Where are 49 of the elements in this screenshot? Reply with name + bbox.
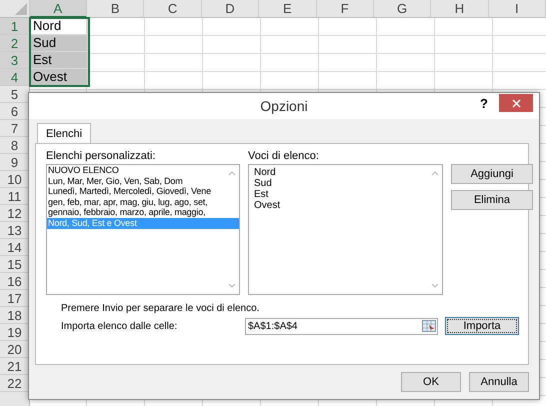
column-header[interactable]: D [202,0,260,18]
custom-lists-box[interactable]: NUOVO ELENCO Lun, Mar, Mer, Gio, Ven, Sab, Dom Lunedì, Martedì, Mercoledì, Giovedì, Vene gen, feb, mar, apr, mag, giu, lug, ago, set, gennaio, febbraio, marzo, aprile, maggio, Nord, Sud, Est e Ovest [46,164,240,295]
dialog-button[interactable]: Annulla [469,372,529,392]
close-icon [512,98,520,108]
column-header[interactable]: E [259,0,317,18]
select-all-icon[interactable] [14,3,27,15]
tab[interactable]: Elenchi [37,123,92,143]
column-header[interactable]: I [488,0,546,18]
list-entries-box[interactable]: Nord Sud Est Ovest [248,164,443,295]
table-cell: Ovest [30,69,88,86]
table-cell: Est [30,52,88,69]
list-item[interactable]: gen, feb, mar, apr, mag, giu, lug, ago, set, [47,196,239,208]
column-header[interactable]: B [87,0,144,18]
column-header[interactable]: F [316,0,374,18]
column-header[interactable]: A [30,0,88,18]
close-button[interactable] [499,94,533,112]
row-header[interactable]: 3 [0,52,30,69]
list-label: Voci di elenco: [248,150,320,162]
dialog-button[interactable]: OK [401,372,461,392]
range-field[interactable]: $A$1:$A$4 [245,318,438,334]
list-button[interactable]: Elimina [451,190,533,210]
range-picker-icon[interactable] [422,320,436,332]
scroll-up-icon[interactable] [431,171,439,176]
column-header[interactable]: H [431,0,489,18]
help-button[interactable]: ? [477,96,491,111]
import-button[interactable]: Importa [445,317,519,335]
selection-outline [29,17,90,87]
column-header[interactable]: G [374,0,432,18]
window-title: Opzioni [260,98,308,114]
import-label: Importa elenco dalle celle: [60,320,178,332]
list-item[interactable]: Lun, Mar, Mer, Gio, Ven, Sab, Dom [47,176,239,186]
row-header[interactable]: 4 [0,69,30,86]
scroll-down-icon[interactable] [228,283,236,288]
scroll-down-icon[interactable] [431,283,439,288]
list-item[interactable]: NUOVO ELENCO [47,165,239,176]
row-header[interactable]: 2 [0,35,30,52]
column-header[interactable]: C [144,0,202,18]
list-entry: Sud [254,178,273,189]
list-item[interactable]: gennaio, febbraio, marzo, aprile, maggio, [47,207,239,218]
row-header[interactable]: 1 [0,18,30,35]
list-label: Elenchi personalizzati: [46,150,156,162]
list-entry: Est [254,189,270,200]
scroll-up-icon[interactable] [228,171,236,176]
table-cell: Sud [30,35,88,52]
list-button[interactable]: Aggiungi [451,164,533,184]
list-item[interactable]: Lunedì, Martedì, Mercoledì, Giovedì, Vene [47,186,239,197]
list-entry: Nord [254,167,277,178]
list-entry: Ovest [254,200,282,211]
hint-text: Premere Invio per separare le voci di elenco. [61,303,260,314]
